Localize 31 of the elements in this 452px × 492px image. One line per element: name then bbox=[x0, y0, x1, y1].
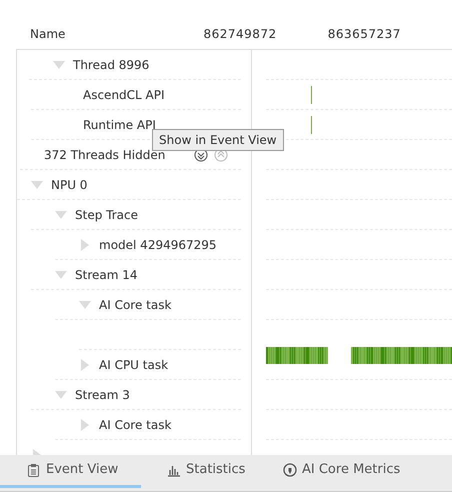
tree-item-label: Stream 3 bbox=[75, 386, 130, 404]
tree-item-label: AI Core task bbox=[99, 296, 172, 314]
clipboard-icon bbox=[27, 463, 41, 477]
column-header: Name bbox=[30, 27, 66, 41]
tree-item-label: NPU 0 bbox=[51, 176, 88, 194]
tree-item-label: AscendCL API bbox=[83, 86, 165, 104]
tooltip: Show in Event View bbox=[152, 129, 284, 151]
collapse-arrow-icon[interactable] bbox=[55, 270, 67, 278]
tab[interactable]: Event View bbox=[0, 455, 141, 488]
info-icon bbox=[283, 463, 297, 477]
tab[interactable]: Statistics bbox=[141, 455, 269, 488]
collapse-all-icon[interactable] bbox=[214, 148, 228, 162]
bar-chart-icon bbox=[167, 463, 181, 477]
expand-arrow-icon[interactable] bbox=[81, 358, 89, 370]
collapse-arrow-icon[interactable] bbox=[55, 210, 67, 218]
tree-item-label: Step Trace bbox=[75, 206, 138, 224]
tree-item-label: AI CPU task bbox=[99, 356, 168, 374]
time-tick-label: 863657237 bbox=[328, 27, 401, 41]
tab[interactable]: AI Core Metrics bbox=[269, 455, 452, 488]
tree-item-label: Stream 14 bbox=[75, 266, 138, 284]
time-tick-label: 862749872 bbox=[203, 27, 277, 41]
expand-arrow-icon[interactable] bbox=[81, 238, 89, 250]
tree-item-label: AI Core task bbox=[99, 416, 172, 434]
tree-item-label: Thread 8996 bbox=[73, 56, 150, 74]
collapse-arrow-icon[interactable] bbox=[79, 300, 91, 308]
collapse-arrow-icon[interactable] bbox=[31, 180, 43, 188]
collapse-arrow-icon[interactable] bbox=[55, 390, 67, 398]
expand-all-icon[interactable] bbox=[194, 148, 208, 162]
tree-item-label: model 4294967295 bbox=[99, 236, 217, 254]
expand-arrow-icon[interactable] bbox=[81, 418, 89, 430]
collapse-arrow-icon[interactable] bbox=[53, 60, 65, 68]
